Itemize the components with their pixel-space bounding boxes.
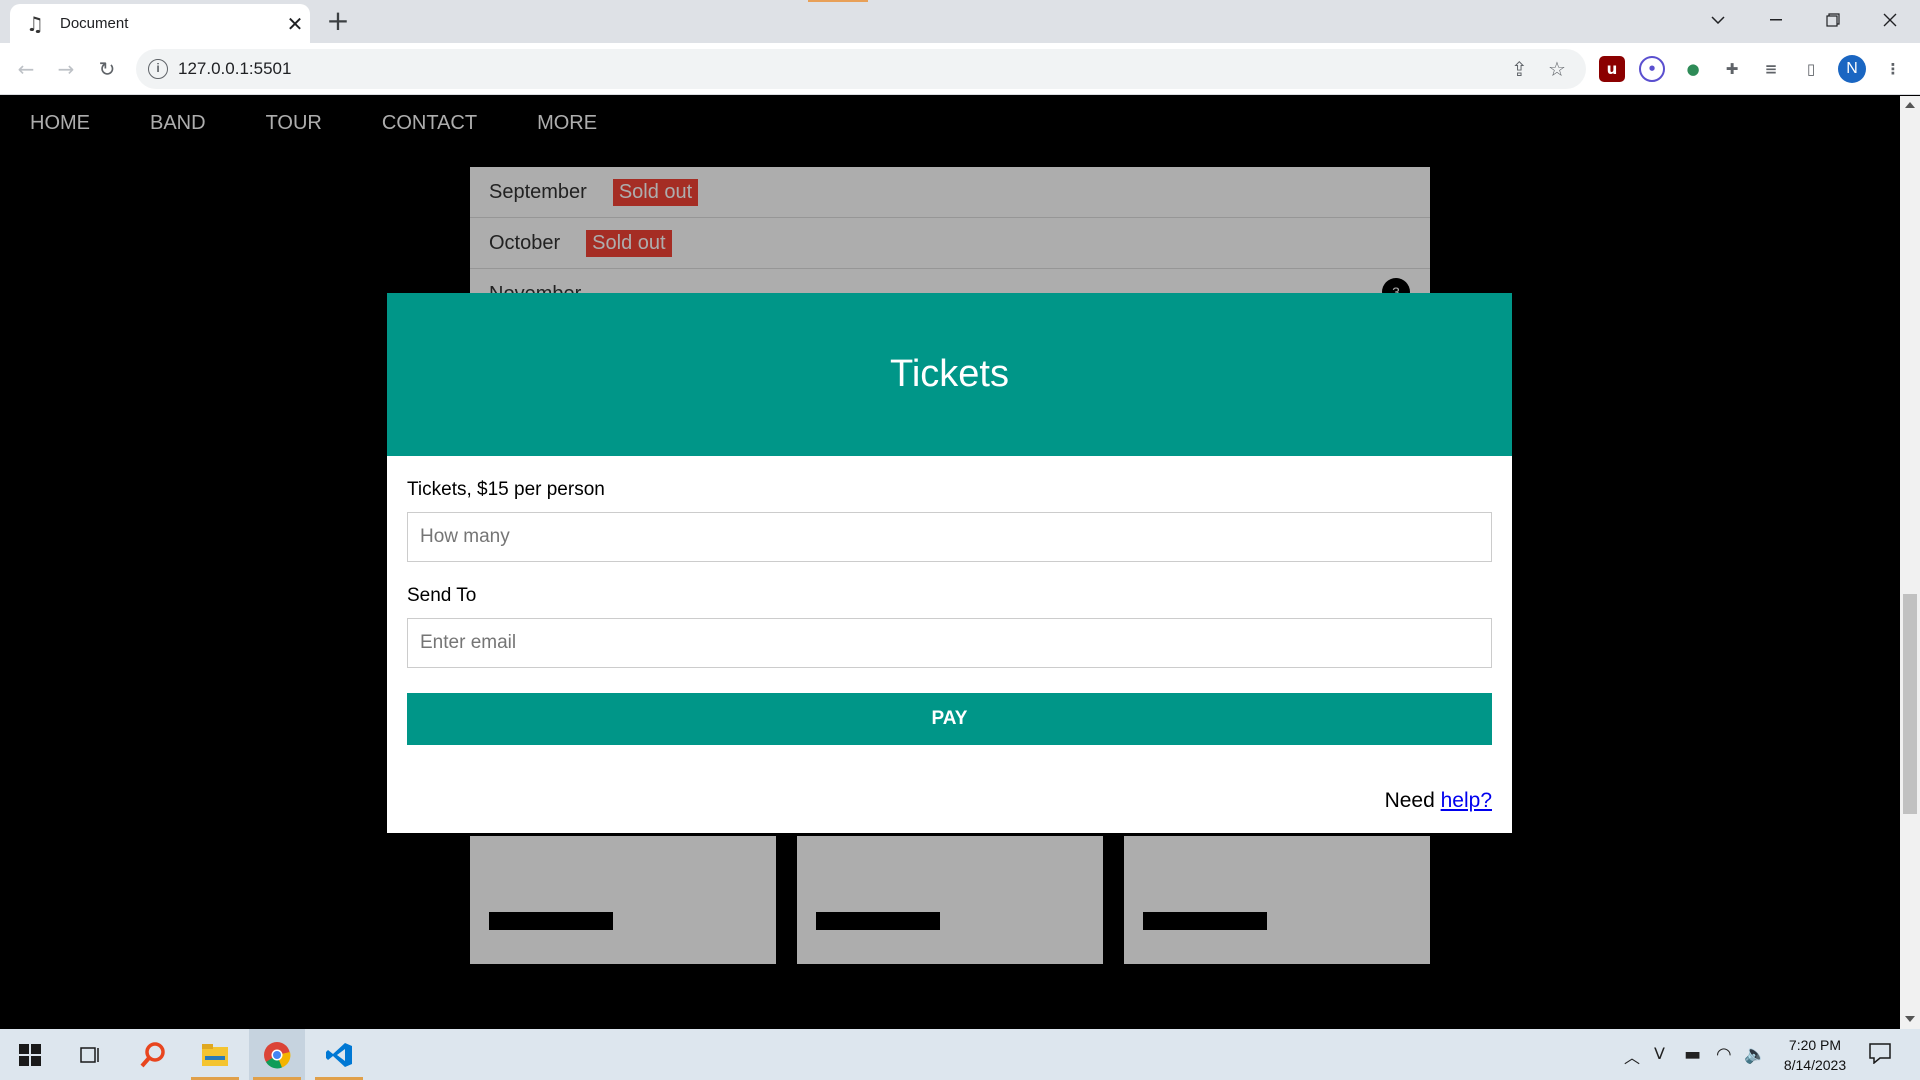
restore-icon [1826,13,1840,27]
modal-body: Tickets, $15 per person Send To PAY [387,456,1512,745]
tab-search-button[interactable] [1690,0,1746,40]
close-icon [1883,13,1897,27]
wifi-icon[interactable]: ◠ [1716,1044,1732,1065]
reload-icon: ↻ [98,57,116,81]
battery-icon[interactable]: ▬ [1684,1044,1701,1065]
volume-icon[interactable]: 🔈 [1744,1044,1766,1065]
more-menu-icon[interactable]: ⋮ [1880,56,1906,82]
magnifier-app-icon [140,1041,165,1067]
url-text[interactable]: 127.0.0.1:5501 [178,59,291,79]
help-link[interactable]: help? [1441,789,1492,812]
restore-button[interactable] [1805,0,1861,40]
info-icon[interactable]: i [148,59,168,79]
task-view-button[interactable] [62,1029,118,1080]
share-icon[interactable]: ⇪ [1511,57,1528,81]
windows-logo-icon [19,1043,41,1066]
vscode-icon [326,1042,352,1067]
modal-title: Tickets [890,353,1009,395]
music-note-icon: ♫ [26,11,44,36]
clock-date: 8/14/2023 [1783,1057,1847,1073]
new-tab-button[interactable]: + [322,6,354,38]
side-panel-icon[interactable]: ▯ [1798,56,1824,82]
chrome-button[interactable] [249,1029,305,1080]
notification-button[interactable] [1868,1042,1892,1069]
chevron-down-icon [1711,16,1725,24]
send-to-label: Send To [407,585,477,606]
task-view-icon [80,1046,99,1063]
vpn-icon[interactable]: V [1654,1044,1665,1063]
forward-button[interactable]: → [50,53,82,85]
search-app-button[interactable] [125,1029,181,1080]
tab-title: Document [60,15,129,32]
clock-time: 7:20 PM [1788,1037,1842,1053]
ublock-extension-icon[interactable]: u [1599,56,1625,82]
page-viewport: HOME BAND TOUR CONTACT MORE September So… [0,96,1900,1029]
notification-icon [1869,1043,1891,1065]
scroll-down-arrow[interactable] [1905,1016,1915,1022]
tickets-label: Tickets, $15 per person [407,479,605,500]
need-help-text: Need [1384,789,1441,812]
modal-footer: Need help? [1385,789,1492,813]
taskbar-clock[interactable]: 7:20 PM 8/14/2023 [1770,1035,1860,1075]
chevron-up-icon[interactable]: ︿ [1624,1044,1640,1068]
browser-toolbar: ← → ↻ i 127.0.0.1:5501 ⇪ ☆ u • ● ✚ ≡ ▯ N… [0,43,1920,95]
tab-loading-indicator [808,0,868,2]
taskbar: ︿ V ▬ ◠ 🔈 7:20 PM 8/14/2023 [0,1029,1920,1080]
reload-button[interactable]: ↻ [91,53,123,85]
media-control-icon[interactable]: ≡ [1758,56,1784,82]
extension-face-icon[interactable]: • [1639,56,1665,82]
close-window-button[interactable] [1862,0,1918,40]
pay-button[interactable]: PAY [407,693,1492,745]
start-button[interactable] [2,1029,58,1080]
scroll-up-arrow[interactable] [1905,102,1915,108]
bookmark-star-icon[interactable]: ☆ [1548,57,1566,81]
email-field[interactable] [407,618,1492,668]
file-explorer-button[interactable] [187,1029,243,1080]
modal-header: Tickets [387,293,1512,456]
tickets-modal: Tickets Tickets, $15 per person Send To … [387,293,1512,833]
minimize-button[interactable] [1748,0,1804,40]
profile-avatar[interactable]: N [1838,55,1866,83]
extension-globe-icon[interactable]: ● [1680,56,1706,82]
folder-icon [202,1043,228,1066]
browser-tab[interactable]: ♫ Document ✕ [10,4,310,43]
address-bar[interactable]: i 127.0.0.1:5501 ⇪ ☆ [136,49,1586,89]
arrow-left-icon: ← [17,57,35,81]
tab-strip: ♫ Document ✕ + [0,0,1920,43]
page-scrollbar[interactable] [1900,96,1920,1029]
chrome-icon [264,1041,291,1068]
close-tab-icon[interactable]: ✕ [280,12,310,36]
vscode-button[interactable] [311,1029,367,1080]
extensions-puzzle-icon[interactable]: ✚ [1719,56,1745,82]
arrow-right-icon: → [57,57,75,81]
back-button[interactable]: ← [10,53,42,85]
scroll-thumb[interactable] [1903,594,1917,814]
minimize-icon [1770,19,1782,21]
tickets-quantity-input[interactable] [407,512,1492,562]
